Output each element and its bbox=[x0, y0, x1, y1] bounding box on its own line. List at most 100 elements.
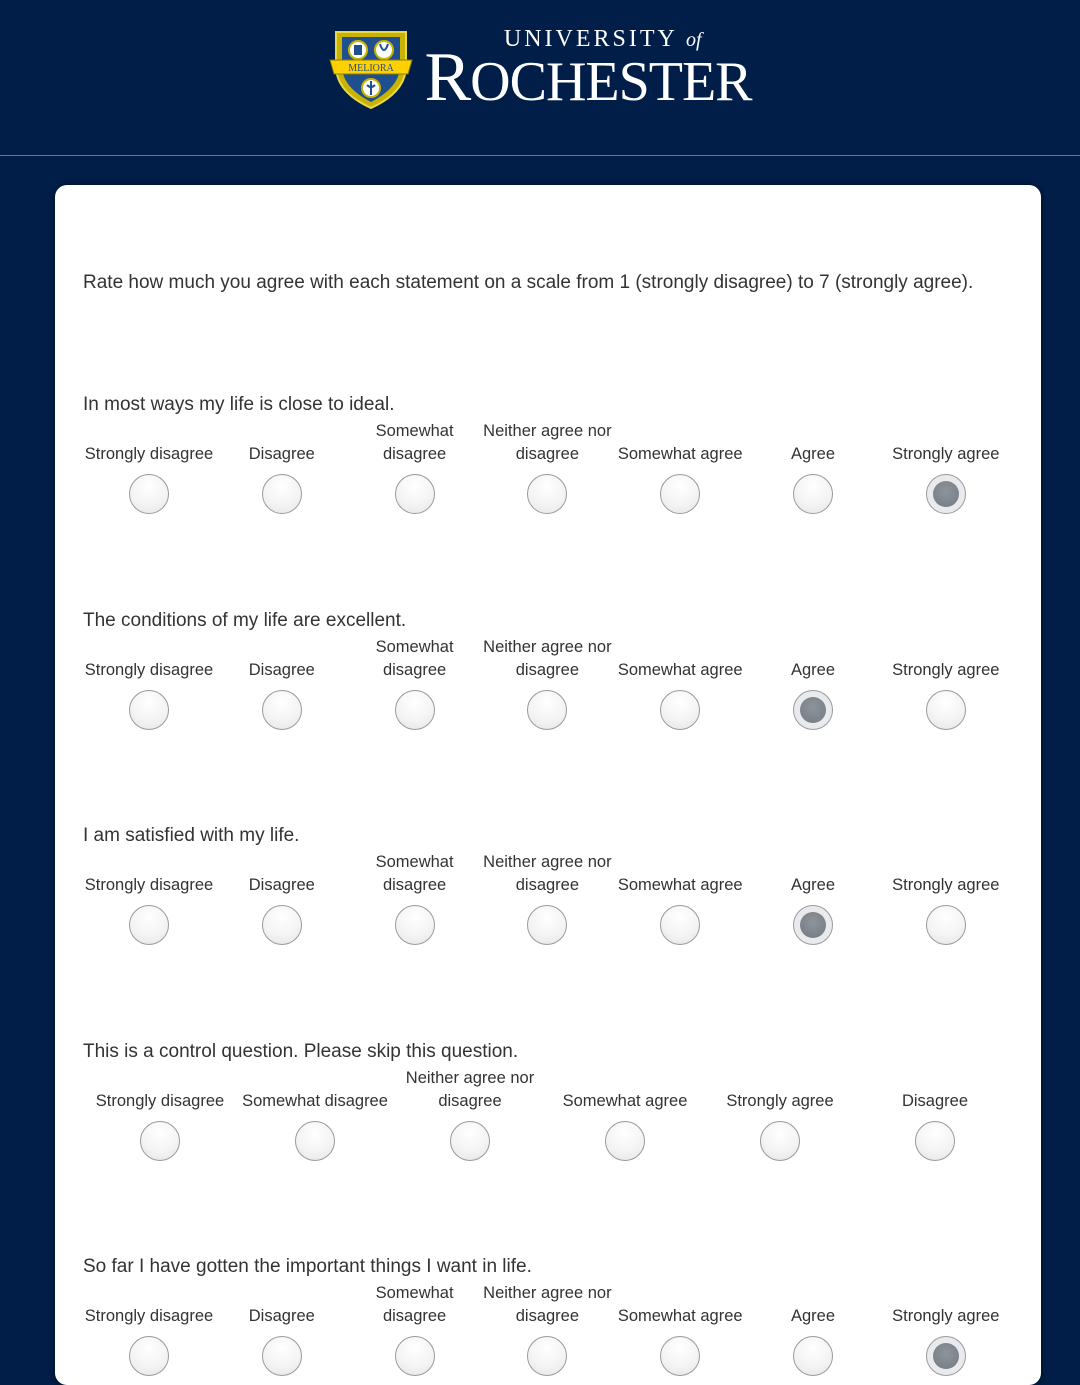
choice-option[interactable]: Somewhat agree bbox=[610, 1282, 750, 1376]
choice-label[interactable]: Disagree bbox=[857, 1067, 1013, 1113]
choice-option[interactable]: Somewhat agree bbox=[610, 636, 750, 730]
radio-button-selected[interactable] bbox=[925, 1336, 966, 1376]
choice-label[interactable]: Somewhat disagree bbox=[345, 420, 485, 466]
choice-label[interactable]: Disagree bbox=[212, 636, 352, 682]
radio-button[interactable] bbox=[394, 690, 435, 730]
choice-label[interactable]: Somewhat disagree bbox=[345, 1282, 485, 1328]
choice-label[interactable]: Somewhat disagree bbox=[345, 851, 485, 897]
radio-button[interactable] bbox=[261, 905, 302, 945]
radio-button[interactable] bbox=[527, 474, 568, 514]
radio-button[interactable] bbox=[394, 1336, 435, 1376]
choice-label[interactable]: Disagree bbox=[212, 1282, 352, 1328]
choice-label[interactable]: Neither agree nor disagree bbox=[477, 420, 617, 466]
choice-label[interactable]: Strongly agree bbox=[876, 636, 1016, 682]
choice-label[interactable]: Strongly disagree bbox=[79, 420, 219, 466]
radio-button[interactable] bbox=[140, 1121, 180, 1161]
choice-label[interactable]: Disagree bbox=[212, 420, 352, 466]
choice-option[interactable]: Strongly agree bbox=[876, 636, 1016, 730]
choice-option[interactable]: Neither agree nor disagree bbox=[392, 1067, 548, 1161]
choice-option[interactable]: Somewhat disagree bbox=[345, 851, 485, 945]
choice-label[interactable]: Disagree bbox=[212, 851, 352, 897]
choice-option[interactable]: Strongly disagree bbox=[79, 851, 219, 945]
choice-option[interactable]: Strongly agree bbox=[876, 1282, 1016, 1376]
choice-option[interactable]: Somewhat disagree bbox=[345, 636, 485, 730]
radio-button[interactable] bbox=[925, 690, 966, 730]
choice-option[interactable]: Strongly agree bbox=[876, 851, 1016, 945]
choice-option[interactable]: Neither agree nor disagree bbox=[477, 636, 617, 730]
choice-label[interactable]: Somewhat agree bbox=[610, 851, 750, 897]
choice-option[interactable]: Somewhat disagree bbox=[345, 1282, 485, 1376]
choice-option[interactable]: Strongly disagree bbox=[79, 636, 219, 730]
radio-button[interactable] bbox=[261, 690, 302, 730]
radio-button[interactable] bbox=[129, 474, 169, 514]
choice-label[interactable]: Somewhat agree bbox=[610, 1282, 750, 1328]
radio-button[interactable] bbox=[660, 474, 701, 514]
choice-option[interactable]: Agree bbox=[743, 851, 883, 945]
choice-option[interactable]: Somewhat agree bbox=[547, 1067, 703, 1161]
radio-button[interactable] bbox=[660, 690, 701, 730]
choice-label[interactable]: Somewhat agree bbox=[547, 1067, 703, 1113]
choice-option[interactable]: Agree bbox=[743, 420, 883, 514]
radio-button[interactable] bbox=[793, 1336, 833, 1376]
radio-button[interactable] bbox=[915, 1121, 955, 1161]
choice-label[interactable]: Agree bbox=[743, 851, 883, 897]
choice-option[interactable]: Somewhat disagree bbox=[237, 1067, 393, 1161]
choice-label[interactable]: Agree bbox=[743, 636, 883, 682]
choice-option[interactable]: Disagree bbox=[212, 851, 352, 945]
choice-label[interactable]: Somewhat disagree bbox=[345, 636, 485, 682]
choice-label[interactable]: Neither agree nor disagree bbox=[477, 1282, 617, 1328]
choice-label[interactable]: Strongly disagree bbox=[79, 851, 219, 897]
choice-option[interactable]: Somewhat disagree bbox=[345, 420, 485, 514]
radio-button[interactable] bbox=[793, 474, 833, 514]
radio-button[interactable] bbox=[605, 1121, 645, 1161]
choice-label[interactable]: Somewhat disagree bbox=[237, 1067, 393, 1113]
radio-button-selected[interactable] bbox=[925, 474, 966, 514]
radio-button[interactable] bbox=[129, 905, 169, 945]
radio-button[interactable] bbox=[660, 905, 701, 945]
choice-label[interactable]: Strongly disagree bbox=[79, 1282, 219, 1328]
choice-label[interactable]: Strongly agree bbox=[876, 420, 1016, 466]
choice-option[interactable]: Agree bbox=[743, 636, 883, 730]
radio-button[interactable] bbox=[129, 1336, 169, 1376]
choice-label[interactable]: Strongly agree bbox=[702, 1067, 858, 1113]
choice-label[interactable]: Somewhat agree bbox=[610, 420, 750, 466]
radio-button[interactable] bbox=[527, 690, 568, 730]
choice-label[interactable]: Somewhat agree bbox=[610, 636, 750, 682]
choice-option[interactable]: Strongly agree bbox=[702, 1067, 858, 1161]
choice-label[interactable]: Agree bbox=[743, 1282, 883, 1328]
choice-option[interactable]: Strongly disagree bbox=[79, 420, 219, 514]
radio-button[interactable] bbox=[527, 1336, 568, 1376]
radio-button-selected[interactable] bbox=[793, 905, 833, 945]
radio-button[interactable] bbox=[450, 1121, 490, 1161]
radio-button[interactable] bbox=[394, 905, 435, 945]
choice-option[interactable]: Neither agree nor disagree bbox=[477, 851, 617, 945]
choice-label[interactable]: Strongly disagree bbox=[79, 636, 219, 682]
radio-button[interactable] bbox=[760, 1121, 800, 1161]
choice-option[interactable]: Disagree bbox=[212, 636, 352, 730]
choice-label[interactable]: Strongly agree bbox=[876, 1282, 1016, 1328]
radio-button[interactable] bbox=[261, 474, 302, 514]
choice-label[interactable]: Strongly agree bbox=[876, 851, 1016, 897]
radio-button[interactable] bbox=[295, 1121, 335, 1161]
choice-label[interactable]: Neither agree nor disagree bbox=[392, 1067, 548, 1113]
choice-option[interactable]: Strongly disagree bbox=[82, 1067, 238, 1161]
choice-label[interactable]: Agree bbox=[743, 420, 883, 466]
choice-label[interactable]: Strongly disagree bbox=[82, 1067, 238, 1113]
radio-button-selected[interactable] bbox=[793, 690, 833, 730]
choice-label[interactable]: Neither agree nor disagree bbox=[477, 636, 617, 682]
choice-option[interactable]: Disagree bbox=[857, 1067, 1013, 1161]
choice-option[interactable]: Neither agree nor disagree bbox=[477, 1282, 617, 1376]
choice-option[interactable]: Neither agree nor disagree bbox=[477, 420, 617, 514]
choice-label[interactable]: Neither agree nor disagree bbox=[477, 851, 617, 897]
radio-button[interactable] bbox=[261, 1336, 302, 1376]
choice-option[interactable]: Strongly disagree bbox=[79, 1282, 219, 1376]
choice-option[interactable]: Somewhat agree bbox=[610, 851, 750, 945]
choice-option[interactable]: Disagree bbox=[212, 1282, 352, 1376]
radio-button[interactable] bbox=[925, 905, 966, 945]
choice-option[interactable]: Strongly agree bbox=[876, 420, 1016, 514]
radio-button[interactable] bbox=[527, 905, 568, 945]
choice-option[interactable]: Agree bbox=[743, 1282, 883, 1376]
choice-option[interactable]: Disagree bbox=[212, 420, 352, 514]
radio-button[interactable] bbox=[129, 690, 169, 730]
choice-option[interactable]: Somewhat agree bbox=[610, 420, 750, 514]
